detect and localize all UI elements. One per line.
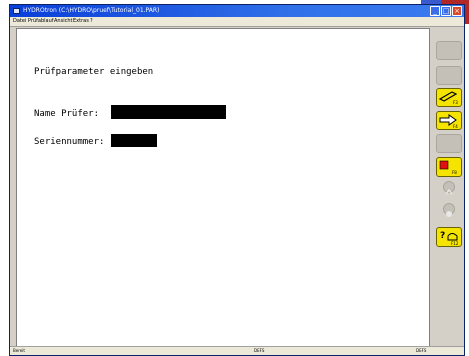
menu-help[interactable]: ? [90, 17, 93, 26]
form-panel: Prüfparameter eingeben Name Prüfer: Seri… [16, 28, 430, 349]
arrow-right-icon: F4 [439, 114, 458, 129]
toolbar-button-1[interactable] [436, 41, 462, 60]
svg-text:F4: F4 [453, 124, 458, 129]
menu-extras[interactable]: Extras [73, 17, 89, 26]
help-icon: ? F12 [440, 231, 459, 246]
maximize-button[interactable]: □ [441, 6, 451, 16]
edit-icon: F3 [438, 91, 458, 105]
stop-icon: F8 [439, 160, 457, 175]
next-button[interactable]: F4 [436, 111, 462, 130]
stop-button[interactable]: F8 [436, 157, 462, 177]
toolbar-button-5[interactable] [436, 134, 462, 153]
app-icon [13, 8, 20, 14]
title-bar[interactable]: HYDROtron (C:\HYDRO\pruef\Tutorial_01.PA… [10, 5, 464, 17]
serial-label: Seriennummer: [34, 137, 105, 147]
minimize-button[interactable]: _ [430, 6, 440, 16]
window-title: HYDROtron (C:\HYDRO\pruef\Tutorial_01.PA… [23, 7, 160, 14]
menu-ansicht[interactable]: Ansicht [54, 17, 72, 26]
toolbar: F3 F4 F8 ? F12 [434, 31, 464, 349]
status-left: Bereit [13, 348, 25, 353]
info-icon [446, 211, 452, 217]
edit-button[interactable]: F3 [436, 88, 462, 107]
up-icon [445, 188, 453, 195]
info-button[interactable] [443, 203, 455, 217]
name-label: Name Prüfer: [34, 109, 100, 119]
up-button[interactable] [443, 181, 455, 195]
serial-input[interactable] [111, 134, 157, 147]
status-right: DEFS [416, 348, 427, 353]
svg-text:F12: F12 [451, 241, 459, 246]
svg-text:F8: F8 [452, 170, 457, 175]
help-button[interactable]: ? F12 [436, 227, 462, 247]
svg-text:?: ? [440, 231, 445, 241]
app-window: HYDROtron (C:\HYDRO\pruef\Tutorial_01.PA… [9, 4, 465, 356]
toolbar-button-2[interactable] [436, 66, 462, 85]
status-middle: DEFS [254, 348, 265, 353]
menu-bar: Datei Prüfablauf Ansicht Extras ? [10, 17, 464, 27]
menu-pruefablauf[interactable]: Prüfablauf [28, 17, 54, 26]
menu-datei[interactable]: Datei [13, 17, 26, 26]
close-button[interactable]: × [452, 6, 462, 16]
name-input[interactable] [111, 105, 226, 119]
page-title: Prüfparameter eingeben [34, 67, 154, 77]
svg-text:F3: F3 [453, 100, 458, 105]
status-bar: Bereit DEFS DEFS [10, 346, 464, 355]
